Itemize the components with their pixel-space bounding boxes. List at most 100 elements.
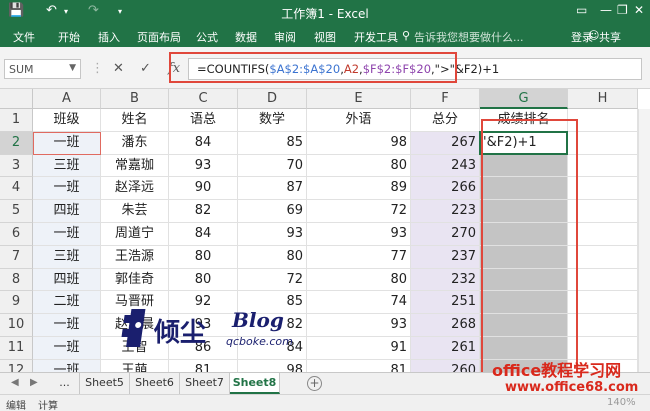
cell-e11[interactable]: 91 [307,337,411,360]
cell-g4[interactable] [480,177,568,201]
row-header-5[interactable]: 5 [0,200,33,223]
cell-d1[interactable]: 数学 [238,109,307,132]
cell-b10[interactable]: 赵家晨 [101,314,169,337]
cell-b3[interactable]: 常嘉珈 [101,154,169,178]
zoom-level[interactable]: 140% [607,397,636,408]
next-sheet-icon[interactable]: ▶ [30,377,38,388]
cell-h5[interactable] [568,200,638,223]
cell-a4[interactable]: 一班 [33,177,101,201]
cell-b9[interactable]: 马晋研 [101,291,169,315]
tab-file[interactable]: 文件 [13,29,35,45]
cell-d6[interactable]: 93 [238,223,307,246]
cell-a11[interactable]: 一班 [33,337,101,360]
row-header-10[interactable]: 10 [0,314,33,337]
cell-g6[interactable] [480,223,568,246]
share-button[interactable]: 共享 [599,29,621,45]
cell-b11[interactable]: 王智 [101,337,169,360]
cell-h10[interactable] [568,314,638,337]
cell-c4[interactable]: 90 [169,177,238,201]
cell-g7[interactable] [480,245,568,269]
enter-icon[interactable]: ✓ [140,61,151,76]
cell-c10[interactable]: 93 [169,314,238,337]
restore-icon[interactable]: ❐ [617,3,628,17]
column-header-d[interactable]: D [238,89,307,109]
name-box[interactable]: SUM ▼ [4,59,81,79]
cell-b4[interactable]: 赵泽远 [101,177,169,201]
cell-a6[interactable]: 一班 [33,223,101,246]
tab-review[interactable]: 审阅 [274,29,296,45]
cell-c1[interactable]: 语总 [169,109,238,132]
cell-c7[interactable]: 80 [169,245,238,269]
cell-b6[interactable]: 周道宁 [101,223,169,246]
cell-e10[interactable]: 93 [307,314,411,337]
cell-h9[interactable] [568,291,638,315]
column-header-f[interactable]: F [411,89,480,109]
cell-d8[interactable]: 72 [238,268,307,292]
cell-a1[interactable]: 班级 [33,109,101,132]
cell-a9[interactable]: 二班 [33,291,101,315]
cell-h3[interactable] [568,154,638,178]
cell-h6[interactable] [568,223,638,246]
cell-e1[interactable]: 外语 [307,109,411,132]
cell-e8[interactable]: 80 [307,268,411,292]
cell-b8[interactable]: 郭佳奇 [101,268,169,292]
cell-d7[interactable]: 80 [238,245,307,269]
close-icon[interactable]: ✕ [634,3,644,17]
sheet-tab-sheet7[interactable]: Sheet7 [180,373,230,394]
sheet-tab-sheet8[interactable]: Sheet8 [230,373,280,394]
cell-d3[interactable]: 70 [238,154,307,178]
insert-function-icon[interactable]: fx [168,61,180,76]
cell-a2[interactable]: 一班 [33,131,101,155]
cell-f10[interactable]: 268 [411,314,480,337]
column-header-b[interactable]: B [101,89,169,109]
tab-home[interactable]: 开始 [58,29,80,45]
cell-b5[interactable]: 朱芸 [101,200,169,223]
cell-h2[interactable] [568,131,638,155]
ribbon-display-icon[interactable]: ▭ [576,3,587,17]
cell-e9[interactable]: 74 [307,291,411,315]
cell-c9[interactable]: 92 [169,291,238,315]
cell-f7[interactable]: 237 [411,245,480,269]
cell-e6[interactable]: 93 [307,223,411,246]
cell-a5[interactable]: 四班 [33,200,101,223]
cell-e3[interactable]: 80 [307,154,411,178]
formula-input[interactable]: =COUNTIFS($A$2:$A$20,A2,$F$2:$F$20,">"&F… [188,58,642,80]
cell-a7[interactable]: 三班 [33,245,101,269]
cell-g8[interactable] [480,268,568,292]
row-header-1[interactable]: 1 [0,109,33,132]
column-header-c[interactable]: C [169,89,238,109]
cell-c3[interactable]: 93 [169,154,238,178]
tab-view[interactable]: 视图 [314,29,336,45]
row-header-6[interactable]: 6 [0,223,33,246]
cell-g5[interactable] [480,200,568,223]
cell-c6[interactable]: 84 [169,223,238,246]
cell-c5[interactable]: 82 [169,200,238,223]
cell-f6[interactable]: 270 [411,223,480,246]
cell-e5[interactable]: 72 [307,200,411,223]
row-header-9[interactable]: 9 [0,291,33,315]
vertical-scrollbar[interactable] [638,109,650,372]
cell-h8[interactable] [568,268,638,292]
tab-page-layout[interactable]: 页面布局 [137,29,181,45]
column-header-a[interactable]: A [33,89,101,109]
cell-h1[interactable] [568,109,638,132]
cell-f8[interactable]: 232 [411,268,480,292]
column-header-h[interactable]: H [568,89,638,109]
sheet-tab-sheet5[interactable]: Sheet5 [80,373,130,394]
cell-g2[interactable]: '&F2)+1 [480,131,568,155]
cell-f1[interactable]: 总分 [411,109,480,132]
chevron-down-icon[interactable]: ▼ [69,63,76,73]
column-header-e[interactable]: E [307,89,411,109]
cell-e2[interactable]: 98 [307,131,411,155]
cell-c2[interactable]: 84 [169,131,238,155]
row-header-8[interactable]: 8 [0,268,33,292]
tab-data[interactable]: 数据 [235,29,257,45]
row-header-4[interactable]: 4 [0,177,33,201]
cell-f4[interactable]: 266 [411,177,480,201]
add-sheet-icon[interactable]: + [307,376,322,391]
row-header-11[interactable]: 11 [0,337,33,360]
tab-insert[interactable]: 插入 [98,29,120,45]
cell-f3[interactable]: 243 [411,154,480,178]
cell-d4[interactable]: 87 [238,177,307,201]
cell-d9[interactable]: 85 [238,291,307,315]
